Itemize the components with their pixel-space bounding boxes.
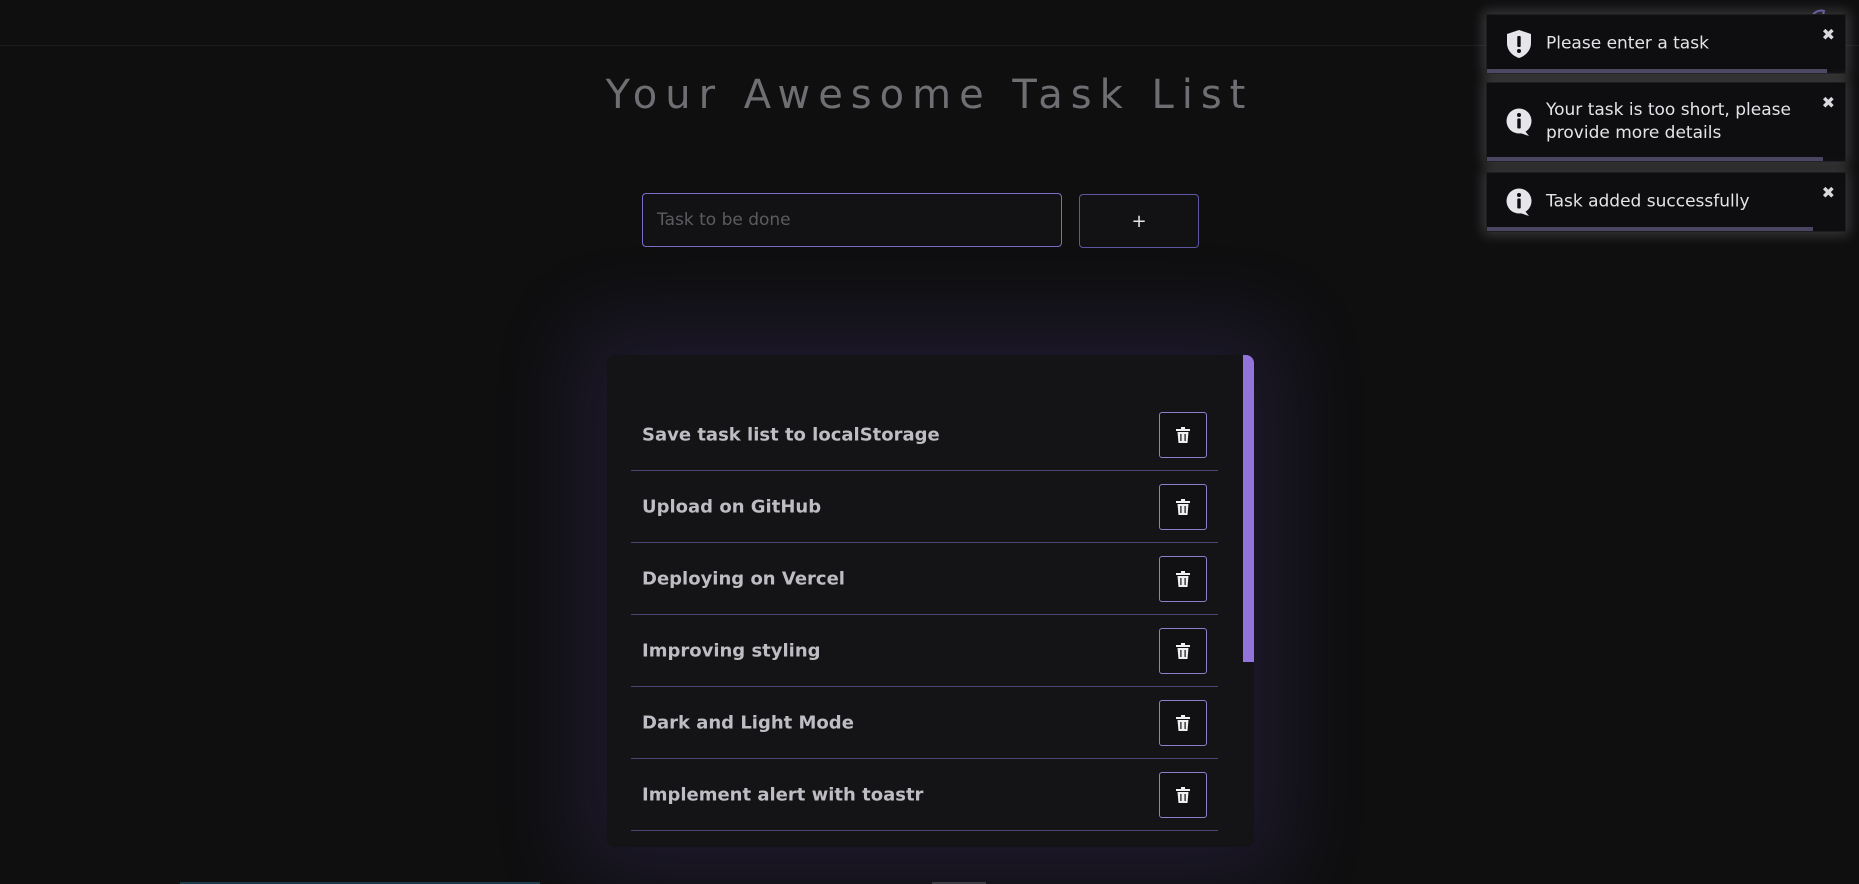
task-item: Save task list to localStorage — [631, 399, 1218, 471]
trash-icon — [1176, 426, 1190, 443]
task-text: Implement alert with toastr — [642, 784, 924, 805]
task-text: Upload on GitHub — [642, 496, 822, 517]
task-text: Save task list to localStorage — [642, 424, 940, 445]
task-item: Improving styling — [631, 615, 1218, 687]
trash-icon — [1176, 714, 1190, 731]
delete-task-button[interactable] — [1159, 627, 1207, 674]
close-icon[interactable]: ✖ — [1822, 95, 1835, 111]
close-icon[interactable]: ✖ — [1822, 27, 1835, 43]
task-text: Improving styling — [642, 640, 821, 661]
toast-progress-bar — [1487, 69, 1827, 73]
task-item: Implement alert with toastr — [631, 759, 1218, 831]
close-icon[interactable]: ✖ — [1822, 185, 1835, 201]
delete-task-button[interactable] — [1159, 411, 1207, 458]
task-item: Deploying on Vercel — [631, 543, 1218, 615]
trash-icon — [1176, 498, 1190, 515]
trash-icon — [1176, 642, 1190, 659]
delete-task-button[interactable] — [1159, 483, 1207, 530]
task-text: Deploying on Vercel — [642, 568, 845, 589]
toast-warning: Please enter a task ✖ — [1486, 14, 1846, 74]
task-item — [631, 831, 1218, 847]
add-task-button[interactable]: + — [1079, 194, 1199, 248]
trash-icon — [1176, 786, 1190, 803]
task-text: Dark and Light Mode — [642, 712, 854, 733]
task-list: Save task list to localStorage Upload on… — [607, 355, 1254, 847]
shield-icon — [1507, 30, 1531, 58]
toast-progress-bar — [1487, 157, 1823, 161]
scrollbar-thumb[interactable] — [1243, 355, 1254, 662]
toast-info: Your task is too short, please provide m… — [1486, 82, 1846, 162]
toast-message: Your task is too short, please provide m… — [1546, 100, 1791, 143]
trash-icon — [1176, 570, 1190, 587]
delete-task-button[interactable] — [1159, 699, 1207, 746]
task-input[interactable] — [642, 193, 1062, 247]
delete-task-button[interactable] — [1159, 771, 1207, 818]
info-icon — [1506, 188, 1532, 216]
task-item: Upload on GitHub — [631, 471, 1218, 543]
info-icon — [1506, 108, 1532, 136]
toast-progress-bar — [1487, 227, 1813, 231]
toast-message: Task added successfully — [1546, 191, 1750, 212]
task-item: Dark and Light Mode — [631, 687, 1218, 759]
toast-message: Please enter a task — [1546, 33, 1709, 54]
toast-info: Task added successfully ✖ — [1486, 172, 1846, 232]
delete-task-button[interactable] — [1159, 555, 1207, 602]
